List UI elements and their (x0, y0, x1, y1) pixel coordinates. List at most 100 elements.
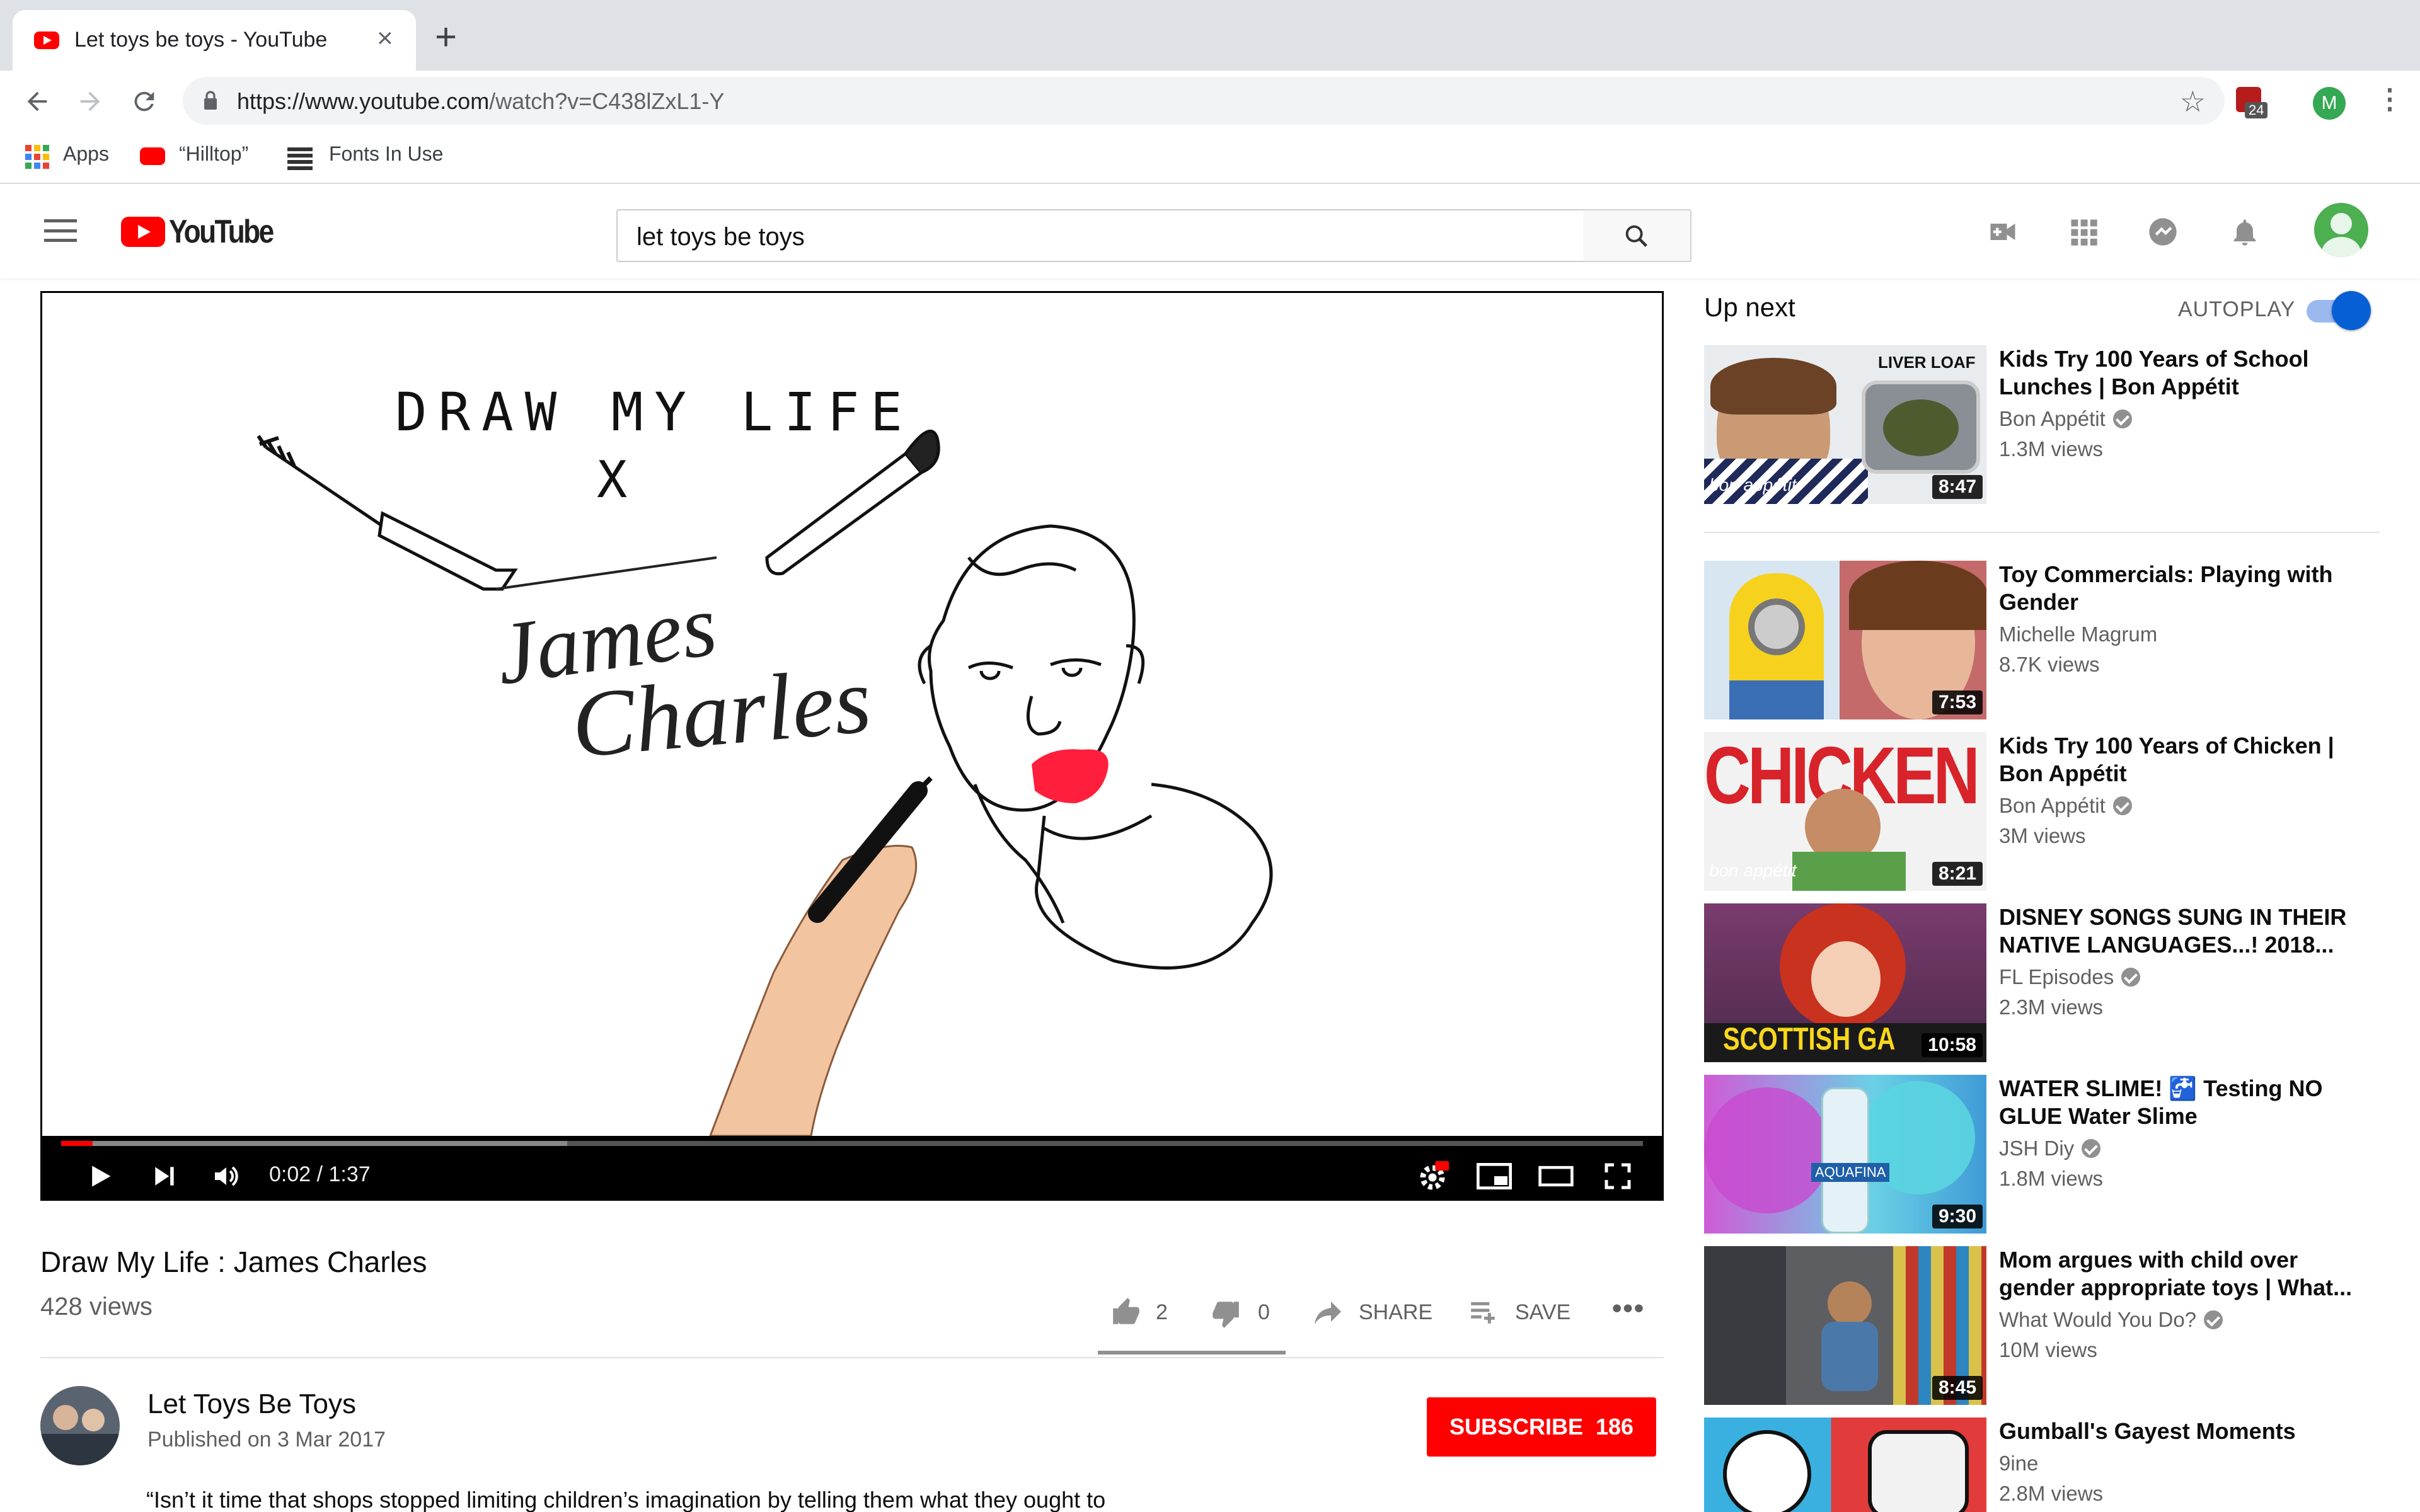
video-duration: 8:45 (1932, 1376, 1983, 1400)
video-duration: 8:47 (1932, 475, 1983, 499)
channel-avatar[interactable] (40, 1386, 120, 1465)
search-input[interactable]: let toys be toys (616, 209, 1584, 262)
video-duration: 9:30 (1932, 1205, 1983, 1228)
bookmark-apps[interactable]: Apps (63, 142, 109, 166)
video-card-title[interactable]: Mom argues with child over gender approp… (1999, 1246, 2377, 1302)
subscribe-label: SUBSCRIBE (1449, 1414, 1583, 1440)
thumbnail-caption: bon appétit (1709, 861, 1797, 880)
thumbnail-text: LIVER LOAF (1878, 353, 1976, 372)
sidebar-video-card[interactable]: LIVER LOAF bon appétit 8:47 Kids Try 100… (1704, 345, 2400, 504)
subscribe-button[interactable]: SUBSCRIBE 186 (1427, 1397, 1656, 1457)
bookmarks-bar: Apps “Hilltop” Fonts In Use (0, 131, 2420, 184)
video-card-title[interactable]: WATER SLIME! 🚰 Testing NO GLUE Water Sli… (1999, 1075, 2377, 1130)
youtube-logo-icon[interactable] (121, 217, 165, 247)
hamburger-menu-icon[interactable] (44, 219, 77, 242)
volume-icon[interactable] (209, 1161, 244, 1191)
video-thumbnail[interactable]: 7:53 (1704, 561, 1986, 719)
bookmark-star-icon[interactable]: ☆ (2180, 84, 2206, 118)
publish-date: Published on 3 Mar 2017 (147, 1428, 386, 1452)
thumbnail-caption: bon appétit (1709, 475, 1797, 495)
sidebar-divider (1704, 532, 2380, 533)
miniplayer-icon[interactable] (1477, 1161, 1512, 1191)
video-thumbnail[interactable] (1704, 1418, 1986, 1512)
notifications-bell-icon[interactable] (2228, 215, 2261, 248)
youtube-logo-text[interactable]: YouTube (169, 213, 274, 251)
video-card-channel: Bon Appétit (1999, 794, 2132, 818)
autoplay-toggle-knob[interactable] (2332, 291, 2371, 330)
video-frame[interactable]: DRAW MY LIFE X James Charles (42, 293, 1662, 1136)
signature-underline (495, 556, 717, 590)
settings-gear-icon[interactable] (1416, 1161, 1449, 1194)
verified-badge-icon (2112, 410, 2132, 428)
dislike-count[interactable]: 0 (1258, 1300, 1270, 1325)
bookmark-hilltop[interactable]: “Hilltop” (179, 142, 248, 166)
video-thumbnail[interactable]: LIVER LOAF bon appétit 8:47 (1704, 345, 1986, 504)
create-video-icon[interactable] (1986, 215, 2019, 248)
forward-arrow-icon[interactable] (76, 87, 105, 116)
apps-grid-icon (25, 145, 49, 169)
thumbnail-text: SCOTTISH GA (1723, 1021, 1896, 1057)
channel-name[interactable]: Let Toys Be Toys (147, 1389, 356, 1420)
next-video-icon[interactable] (151, 1161, 178, 1191)
video-card-views: 2.3M views (1999, 995, 2104, 1019)
verified-badge-icon (2112, 796, 2132, 815)
video-card-title[interactable]: Gumball's Gayest Moments (1999, 1418, 2377, 1445)
video-thumbnail[interactable]: 8:45 (1704, 1246, 1986, 1405)
sidebar-video-card[interactable]: 7:53 Toy Commercials: Playing with Gende… (1704, 561, 2400, 719)
browser-tab[interactable]: Let toys be toys - YouTube × (13, 10, 416, 71)
thumbs-down-icon[interactable] (1210, 1298, 1242, 1329)
thumbnail-text: AQUAFINA (1811, 1163, 1890, 1182)
verified-badge-icon (2082, 1139, 2101, 1158)
sidebar-video-card[interactable]: AQUAFINA 9:30 WATER SLIME! 🚰 Testing NO … (1704, 1075, 2400, 1234)
video-card-title[interactable]: DISNEY SONGS SUNG IN THEIR NATIVE LANGUA… (1999, 903, 2377, 959)
sidebar-video-card[interactable]: SCOTTISH GA 10:58 DISNEY SONGS SUNG IN T… (1704, 903, 2400, 1062)
fullscreen-icon[interactable] (1603, 1161, 1633, 1191)
video-thumbnail[interactable]: SCOTTISH GA 10:58 (1704, 903, 1986, 1062)
mascara-drawing (256, 435, 518, 591)
apps-grid-icon[interactable] (2067, 215, 2100, 248)
up-next-label: Up next (1704, 292, 1795, 322)
video-thumbnail[interactable]: CHICKEN bon appétit 8:21 (1704, 732, 1986, 891)
time-display: 0:02 / 1:37 (269, 1162, 371, 1186)
url-text: https://www.youtube.com/watch?v=C438lZxL… (237, 88, 725, 114)
bookmark-fonts-in-use[interactable]: Fonts In Use (329, 142, 443, 166)
face-drawing (918, 524, 1273, 970)
video-card-channel: 9ine (1999, 1452, 2039, 1475)
youtube-favicon-icon (34, 32, 59, 49)
video-card-channel: Bon Appétit (1999, 407, 2132, 431)
new-tab-button[interactable]: + (435, 15, 457, 59)
menu-dots-icon[interactable]: ⋮ (2376, 83, 2404, 115)
like-count[interactable]: 2 (1156, 1300, 1168, 1325)
save-button[interactable]: SAVE (1515, 1300, 1570, 1325)
profile-avatar[interactable]: M (2313, 87, 2346, 120)
tab-close-icon[interactable]: × (377, 23, 393, 54)
drawing-hand (709, 845, 918, 1136)
back-arrow-icon[interactable] (23, 87, 52, 116)
share-button[interactable]: SHARE (1359, 1300, 1432, 1325)
video-card-title[interactable]: Kids Try 100 Years of School Lunches | B… (1999, 345, 2377, 401)
tab-title: Let toys be toys - YouTube (74, 28, 328, 52)
search-button[interactable] (1583, 209, 1691, 262)
video-player[interactable]: DRAW MY LIFE X James Charles 0:02 / 1:37 (40, 291, 1664, 1201)
sidebar-video-card[interactable]: Gumball's Gayest Moments 9ine 2.8M views (1704, 1418, 2400, 1512)
save-playlist-icon[interactable] (1468, 1299, 1500, 1327)
video-card-title[interactable]: Toy Commercials: Playing with Gender (1999, 561, 2377, 616)
thumbs-up-icon[interactable] (1110, 1297, 1142, 1328)
messages-icon[interactable] (2146, 215, 2179, 248)
more-actions-icon[interactable]: ••• (1612, 1293, 1645, 1324)
play-icon[interactable] (86, 1161, 114, 1191)
brush-drawing (765, 430, 940, 576)
reload-icon[interactable] (130, 87, 159, 116)
video-card-views: 1.3M views (1999, 437, 2104, 461)
sidebar-video-card[interactable]: CHICKEN bon appétit 8:21 Kids Try 100 Ye… (1704, 732, 2400, 891)
video-card-title[interactable]: Kids Try 100 Years of Chicken | Bon Appé… (1999, 732, 2377, 788)
share-arrow-icon[interactable] (1313, 1299, 1344, 1327)
user-avatar[interactable] (2314, 203, 2368, 257)
video-thumbnail[interactable]: AQUAFINA 9:30 (1704, 1075, 1986, 1234)
subscriber-count: 186 (1595, 1414, 1634, 1440)
address-bar[interactable]: https://www.youtube.com/watch?v=C438lZxL… (183, 77, 2225, 125)
video-card-channel: Michelle Magrum (1999, 622, 2158, 646)
fonts-in-use-icon (287, 145, 313, 170)
sidebar-video-card[interactable]: 8:45 Mom argues with child over gender a… (1704, 1246, 2400, 1405)
theater-mode-icon[interactable] (1537, 1161, 1575, 1191)
